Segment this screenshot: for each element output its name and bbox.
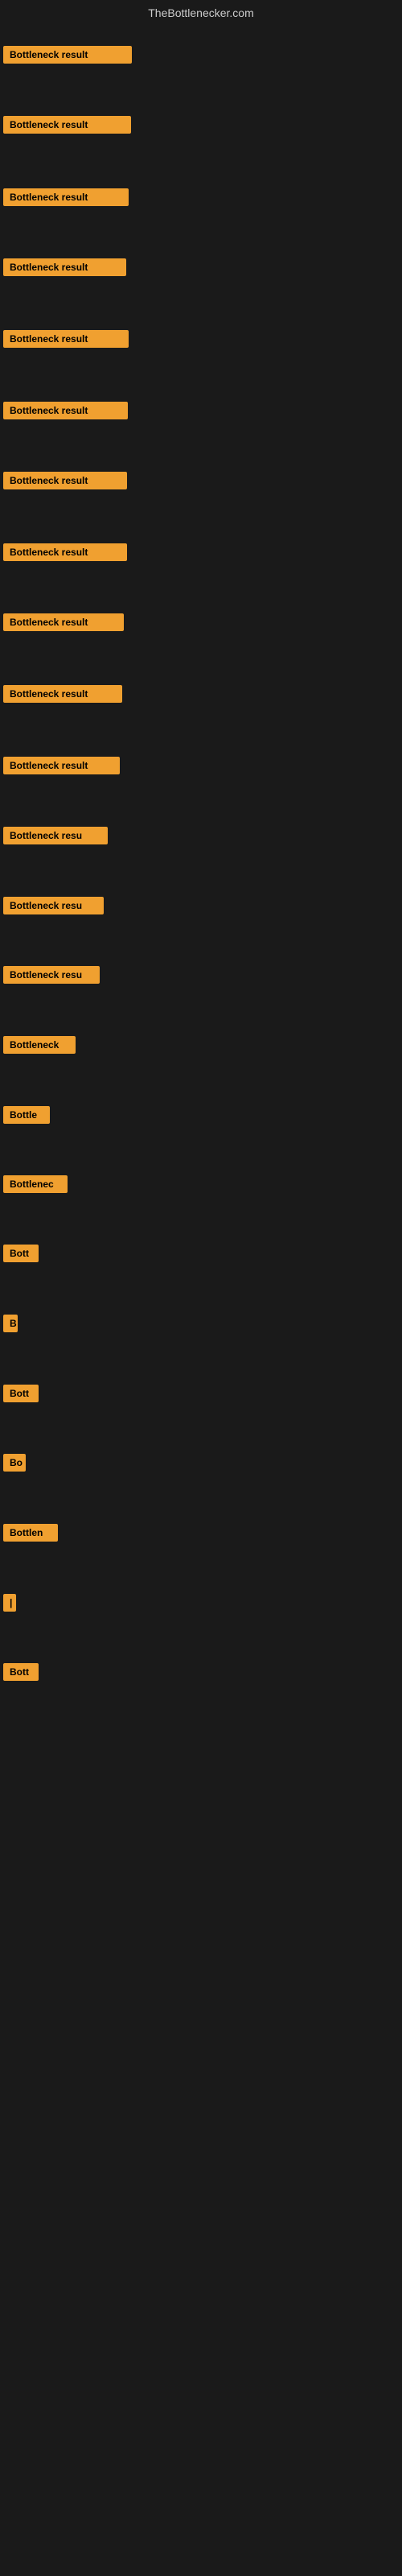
- bottleneck-label-22: Bottlen: [3, 1524, 58, 1542]
- bottleneck-label-4: Bottleneck result: [3, 258, 126, 276]
- bottleneck-label-14: Bottleneck resu: [3, 966, 100, 984]
- bottleneck-label-19: B: [3, 1315, 18, 1332]
- result-row-23: |: [0, 1594, 16, 1616]
- bottleneck-label-5: Bottleneck result: [3, 330, 129, 348]
- result-row-13: Bottleneck resu: [0, 897, 104, 919]
- result-row-1: Bottleneck result: [0, 46, 132, 68]
- result-row-11: Bottleneck result: [0, 757, 120, 778]
- result-row-14: Bottleneck resu: [0, 966, 100, 988]
- result-row-8: Bottleneck result: [0, 543, 127, 565]
- result-row-15: Bottleneck: [0, 1036, 76, 1058]
- bottleneck-label-15: Bottleneck: [3, 1036, 76, 1054]
- bottleneck-label-24: Bott: [3, 1663, 39, 1681]
- bottleneck-label-16: Bottle: [3, 1106, 50, 1124]
- result-row-4: Bottleneck result: [0, 258, 126, 280]
- bottleneck-label-11: Bottleneck result: [3, 757, 120, 774]
- bottleneck-label-12: Bottleneck resu: [3, 827, 108, 844]
- result-row-5: Bottleneck result: [0, 330, 129, 352]
- bottleneck-label-13: Bottleneck resu: [3, 897, 104, 914]
- bottleneck-label-6: Bottleneck result: [3, 402, 128, 419]
- bottleneck-label-7: Bottleneck result: [3, 472, 127, 489]
- result-row-7: Bottleneck result: [0, 472, 127, 493]
- result-row-24: Bott: [0, 1663, 39, 1685]
- result-row-12: Bottleneck resu: [0, 827, 108, 848]
- bottleneck-label-9: Bottleneck result: [3, 613, 124, 631]
- bottleneck-label-8: Bottleneck result: [3, 543, 127, 561]
- result-row-9: Bottleneck result: [0, 613, 124, 635]
- bottleneck-label-20: Bott: [3, 1385, 39, 1402]
- bottleneck-label-10: Bottleneck result: [3, 685, 122, 703]
- result-row-22: Bottlen: [0, 1524, 58, 1546]
- result-row-18: Bott: [0, 1245, 39, 1266]
- result-row-2: Bottleneck result: [0, 116, 131, 138]
- result-row-19: B: [0, 1315, 18, 1336]
- result-row-20: Bott: [0, 1385, 39, 1406]
- bottleneck-label-23: |: [3, 1594, 16, 1612]
- bottleneck-label-2: Bottleneck result: [3, 116, 131, 134]
- bottleneck-label-18: Bott: [3, 1245, 39, 1262]
- bottleneck-label-21: Bo: [3, 1454, 26, 1472]
- result-row-21: Bo: [0, 1454, 26, 1476]
- result-row-6: Bottleneck result: [0, 402, 128, 423]
- page-container: TheBottlenecker.com Bottleneck result Bot…: [0, 0, 402, 2576]
- result-row-17: Bottlenec: [0, 1175, 68, 1197]
- site-title: TheBottlenecker.com: [0, 0, 402, 26]
- result-row-3: Bottleneck result: [0, 188, 129, 210]
- bottleneck-label-17: Bottlenec: [3, 1175, 68, 1193]
- bottleneck-label-1: Bottleneck result: [3, 46, 132, 64]
- result-row-10: Bottleneck result: [0, 685, 122, 707]
- result-row-16: Bottle: [0, 1106, 50, 1128]
- bottleneck-label-3: Bottleneck result: [3, 188, 129, 206]
